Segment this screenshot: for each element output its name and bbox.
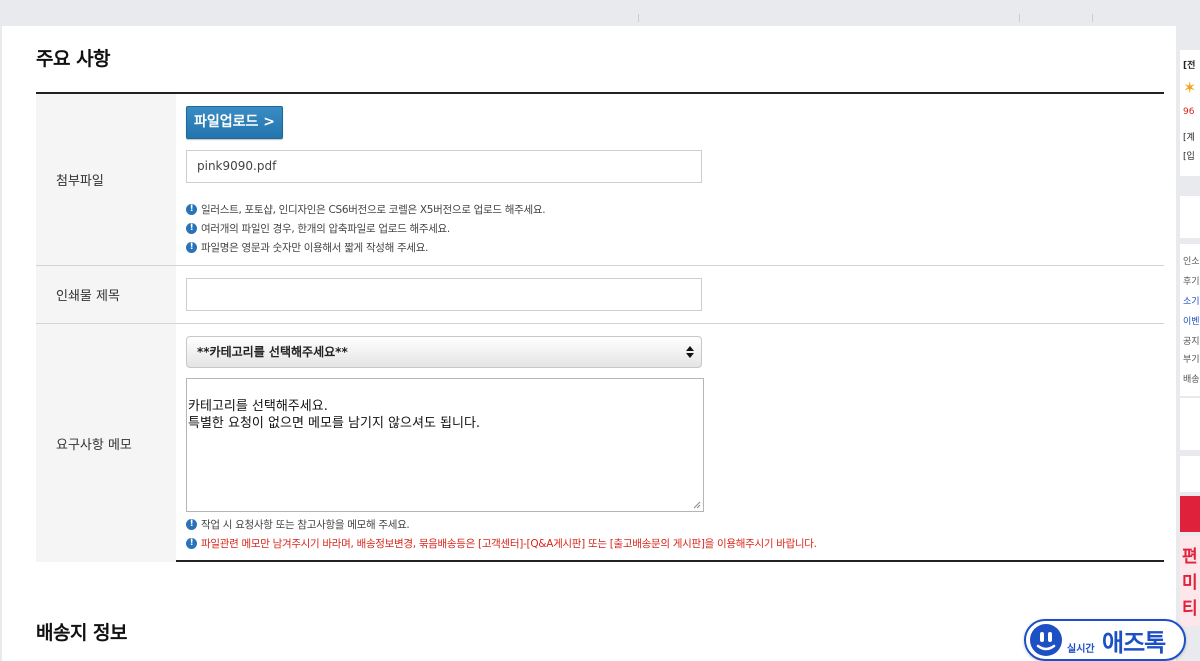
side-card-blank xyxy=(1180,398,1200,450)
star-icon: ✶ xyxy=(1183,78,1197,97)
resize-grip-icon[interactable] xyxy=(693,501,701,509)
top-bar-separator xyxy=(1092,14,1093,22)
row-print-title: 인쇄물 제목 xyxy=(36,266,1164,324)
attachment-note: ! 파일명은 영문과 숫자만 이용해서 짧게 작성해 주세요. xyxy=(186,238,545,257)
top-bar-separator xyxy=(638,14,639,22)
memo-note: ! 작업 시 요청사항 또는 참고사항을 메모해 주세요. xyxy=(186,515,817,534)
attachment-notes: ! 일러스트, 포토샵, 인디자인은 CS6버전으로 코렐은 X5버전으로 업로… xyxy=(186,200,546,257)
side-card-blank xyxy=(1180,196,1200,238)
side-card-links[interactable]: 인소 후기 소기 이벤 공지 부기 배송 xyxy=(1180,244,1200,396)
info-icon: ! xyxy=(186,223,197,234)
row-attachment: 첨부파일 파일업로드 > pink9090.pdf ! 일러스트, 포토샵, 인… xyxy=(36,94,1164,266)
attachment-label: 첨부파일 xyxy=(36,94,176,265)
attachment-note: ! 일러스트, 포토샵, 인디자인은 CS6버전으로 코렐은 X5버전으로 업로… xyxy=(186,200,546,219)
top-bar xyxy=(0,0,1200,26)
live-chat-button[interactable]: 실시간 애즈톡 xyxy=(1024,619,1186,661)
row-memo: 요구사항 메모 **카테고리를 선택해주세요** 카테고리를 선택해주세요. 특… xyxy=(36,324,1164,562)
info-icon: ! xyxy=(186,538,197,549)
attachment-file-input[interactable]: pink9090.pdf xyxy=(186,150,702,183)
top-bar-separator xyxy=(1019,14,1020,22)
info-icon: ! xyxy=(186,204,197,215)
info-icon: ! xyxy=(186,519,197,530)
section-title-shipping: 배송지 정보 xyxy=(36,622,128,644)
side-red-button[interactable] xyxy=(1180,496,1200,532)
select-arrows-icon xyxy=(686,346,694,358)
section-title-notice: 주요 사항 xyxy=(36,48,111,70)
print-title-input[interactable] xyxy=(186,278,702,311)
chat-small-label: 실시간 xyxy=(1067,644,1095,655)
memo-warning-note: ! 파일관련 메모만 남겨주시기 바라며, 배송정보변경, 묶음배송등은 [고객… xyxy=(186,534,817,553)
notice-form-table: 첨부파일 파일업로드 > pink9090.pdf ! 일러스트, 포토샵, 인… xyxy=(36,92,1164,562)
memo-textarea[interactable]: 카테고리를 선택해주세요. 특별한 요청이 없으면 메모를 남기지 않으셔도 됩… xyxy=(186,378,704,512)
chat-big-label: 애즈톡 xyxy=(1102,629,1166,657)
memo-notes: ! 작업 시 요청사항 또는 참고사항을 메모해 주세요. ! 파일관련 메모만… xyxy=(186,515,817,553)
side-card-info: [전 ✶ 96 [계 [입 xyxy=(1180,50,1200,176)
info-icon: ! xyxy=(186,242,197,253)
category-select[interactable]: **카테고리를 선택해주세요** xyxy=(186,336,702,368)
main-content: 주요 사항 첨부파일 파일업로드 > pink9090.pdf ! 일러스트, … xyxy=(2,26,1176,661)
attachment-note: ! 여러개의 파일인 경우, 한개의 압축파일로 업로드 해주세요. xyxy=(186,219,545,238)
print-title-label: 인쇄물 제목 xyxy=(36,266,176,323)
file-upload-button[interactable]: 파일업로드 > xyxy=(186,106,283,139)
side-panel: [전 ✶ 96 [계 [입 인소 후기 소기 이벤 공지 부기 배송 편 미 티 xyxy=(1176,0,1200,661)
side-card-blank xyxy=(1180,456,1200,492)
side-banner[interactable]: 편 미 티 xyxy=(1180,536,1200,626)
memo-label: 요구사항 메모 xyxy=(36,324,176,562)
chat-face-icon xyxy=(1030,624,1062,656)
